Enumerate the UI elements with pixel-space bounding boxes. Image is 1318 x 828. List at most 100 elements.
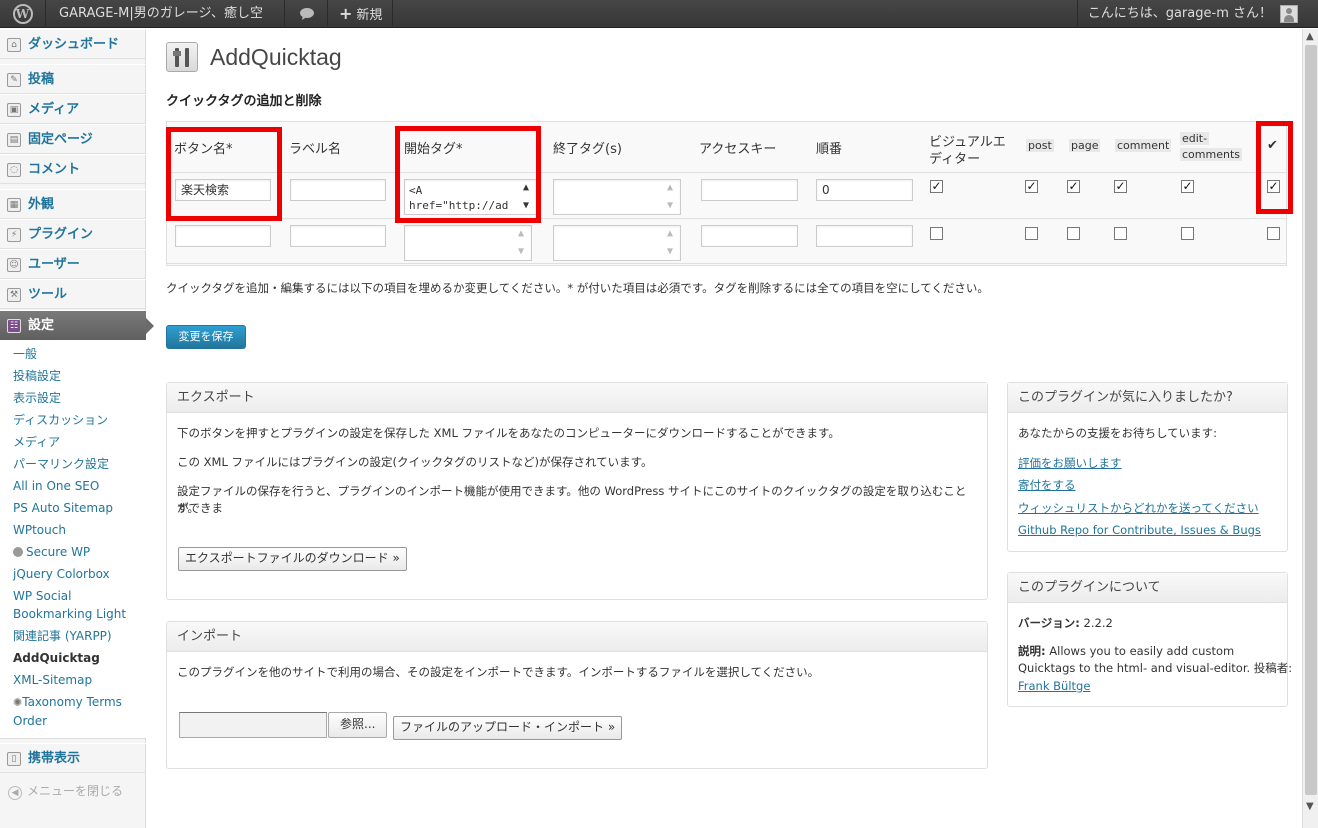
col-access-key: アクセスキー — [699, 142, 777, 157]
new-label-name-input[interactable] — [290, 225, 386, 247]
label-name-input[interactable] — [290, 179, 386, 201]
menu-label: メディア — [28, 102, 80, 117]
scroll-thumb[interactable] — [1305, 45, 1317, 795]
menu-pages[interactable]: ▤ 固定ページ — [0, 124, 146, 154]
appearance-icon: ▦ — [7, 198, 21, 212]
browse-button[interactable]: 参照... — [328, 712, 388, 738]
new-edit-comments-checkbox[interactable] — [1181, 227, 1194, 240]
section-title: クイックタグの追加と削除 — [166, 94, 322, 109]
menu-plugins[interactable]: ⚡ プラグイン — [0, 219, 146, 249]
settings-submenu: 一般 投稿設定 表示設定 ディスカッション メディア パーマリンク設定 All … — [0, 340, 146, 739]
page-title: AddQuicktag — [210, 44, 342, 70]
new-comment-checkbox[interactable] — [1114, 227, 1127, 240]
col-order: 順番 — [816, 142, 843, 157]
new-page-checkbox[interactable] — [1067, 227, 1080, 240]
menu-label: ツール — [28, 287, 68, 302]
new-button-name-input[interactable] — [175, 225, 271, 247]
submenu-xml-sitemap[interactable]: XML-Sitemap — [0, 669, 146, 691]
access-key-input[interactable] — [701, 179, 798, 201]
github-link[interactable]: Github Repo for Contribute, Issues & Bug… — [1018, 523, 1261, 537]
submenu-wptouch[interactable]: WPtouch — [0, 519, 146, 541]
order-input[interactable]: 0 — [816, 179, 913, 201]
submenu-general[interactable]: 一般 — [0, 343, 146, 365]
submenu-wp-social-bookmarking[interactable]: WP Social Bookmarking Light — [0, 585, 146, 625]
version-label: バージョン: — [1018, 616, 1080, 630]
menu-media[interactable]: ▣ メディア — [0, 94, 146, 124]
col-comment: comment — [1115, 139, 1172, 152]
new-end-tag-textarea[interactable]: ▲ ▼ — [553, 225, 681, 261]
visual-editor-checkbox[interactable]: ✓ — [930, 180, 943, 193]
menu-dashboard[interactable]: ⌂ ダッシュボード — [0, 29, 146, 59]
about-title: このプラグインについて — [1008, 573, 1287, 603]
tools-page-icon — [166, 42, 198, 72]
donate-link[interactable]: 寄付をする — [1018, 477, 1076, 493]
menu-appearance[interactable]: ▦ 外観 — [0, 189, 146, 219]
plugin-icon: ⚡ — [7, 228, 21, 242]
submenu-media[interactable]: メディア — [0, 431, 146, 453]
settings-icon: ☷ — [7, 319, 21, 333]
wishlist-link[interactable]: ウィッシュリストからどれかを送ってください — [1018, 500, 1259, 516]
collapse-arrow-icon: ◀ — [8, 786, 22, 800]
end-tag-textarea[interactable]: ▲ ▼ — [553, 179, 681, 215]
submenu-permalink[interactable]: パーマリンク設定 — [0, 453, 146, 475]
submenu-reading[interactable]: 表示設定 — [0, 387, 146, 409]
submenu-secure-wp[interactable]: Secure WP — [0, 541, 146, 563]
scroll-down-icon[interactable]: ▼ — [1306, 801, 1314, 812]
page-scrollbar[interactable]: ▲ ▼ — [1302, 29, 1318, 828]
import-file-input[interactable] — [179, 712, 327, 738]
collapse-menu-button[interactable]: ◀ メニューを閉じる — [8, 782, 123, 800]
menu-tools[interactable]: ⚒ ツール — [0, 279, 146, 309]
export-download-button[interactable]: エクスポートファイルのダウンロード » — [178, 547, 407, 571]
wordpress-logo-icon[interactable]: W — [0, 0, 46, 28]
submenu-ps-auto-sitemap[interactable]: PS Auto Sitemap — [0, 497, 146, 519]
description-row-1: 説明: Allows you to easily add custom — [1018, 643, 1234, 660]
submenu-label: Taxonomy Terms Order — [13, 695, 122, 728]
secure-wp-icon — [13, 547, 23, 557]
plus-icon: + — [339, 4, 353, 23]
site-name-link[interactable]: GARAGE-M|男のガレージ、癒し空間 — [47, 0, 285, 49]
about-box: このプラグインについて バージョン: 2.2.2 説明: Allows you … — [1007, 572, 1292, 707]
menu-comments[interactable]: ◌ コメント — [0, 154, 146, 184]
submenu-jquery-colorbox[interactable]: jQuery Colorbox — [0, 563, 146, 585]
media-icon: ▣ — [7, 103, 21, 117]
comments-icon[interactable] — [286, 0, 328, 28]
new-access-key-input[interactable] — [701, 225, 798, 247]
page-checkbox[interactable]: ✓ — [1067, 180, 1080, 193]
highlight-check-column — [1256, 121, 1293, 214]
post-checkbox[interactable]: ✓ — [1025, 180, 1038, 193]
import-text: このプラグインを他のサイトで利用の場合、その設定をインポートできます。インポート… — [177, 665, 820, 679]
edit-comments-checkbox[interactable]: ✓ — [1181, 180, 1194, 193]
support-title: このプラグインが気に入りましたか? — [1008, 383, 1287, 413]
new-post-checkbox[interactable] — [1025, 227, 1038, 240]
submenu-taxonomy-terms-order[interactable]: ✺Taxonomy Terms Order — [0, 691, 146, 732]
description-text-2: Quicktags to the html- and visual-editor… — [1018, 661, 1293, 675]
rate-link[interactable]: 評価をお願いします — [1018, 455, 1122, 471]
menu-label: プラグイン — [28, 227, 94, 242]
scroll-up-icon[interactable]: ▲ — [1306, 31, 1314, 42]
comment-checkbox[interactable]: ✓ — [1114, 180, 1127, 193]
submenu-yarpp[interactable]: 関連記事 (YARPP) — [0, 625, 146, 647]
menu-posts[interactable]: ✎ 投稿 — [0, 64, 146, 94]
upload-import-button[interactable]: ファイルのアップロード・インポート » — [393, 716, 623, 740]
submenu-all-in-one-seo[interactable]: All in One SEO — [0, 475, 146, 497]
pin-icon: ✎ — [7, 73, 21, 87]
author-link[interactable]: Frank Bültge — [1018, 679, 1090, 693]
save-changes-button[interactable]: 変更を保存 — [166, 325, 246, 349]
submenu-writing[interactable]: 投稿設定 — [0, 365, 146, 387]
menu-mobile[interactable]: ▯ 携帯表示 — [0, 743, 146, 773]
export-box: エクスポート 下のボタンを押すとプラグインの設定を保存した XML ファイルをあ… — [166, 382, 988, 600]
admin-bar: W GARAGE-M|男のガレージ、癒し空間 +新規 こんにちは、garage-… — [0, 0, 1318, 49]
comment-icon: ◌ — [7, 163, 21, 177]
new-row-select-checkbox[interactable] — [1267, 227, 1280, 240]
my-account-menu[interactable]: こんにちは、garage-m さん！ — [1076, 0, 1302, 28]
new-order-input[interactable] — [816, 225, 913, 247]
export-text-1: 下のボタンを押すとプラグインの設定を保存した XML ファイルをあなたのコンピュ… — [177, 426, 840, 440]
menu-settings[interactable]: ☷ 設定 — [0, 310, 154, 340]
menu-label: 携帯表示 — [28, 751, 81, 766]
new-content-menu[interactable]: + 新規 — [329, 0, 393, 28]
submenu-addquicktag[interactable]: AddQuicktag — [0, 647, 146, 669]
menu-users[interactable]: ☺ ユーザー — [0, 249, 146, 279]
submenu-discussion[interactable]: ディスカッション — [0, 409, 146, 431]
new-visual-editor-checkbox[interactable] — [930, 227, 943, 240]
new-start-tag-textarea[interactable]: ▲ ▼ — [404, 225, 532, 261]
